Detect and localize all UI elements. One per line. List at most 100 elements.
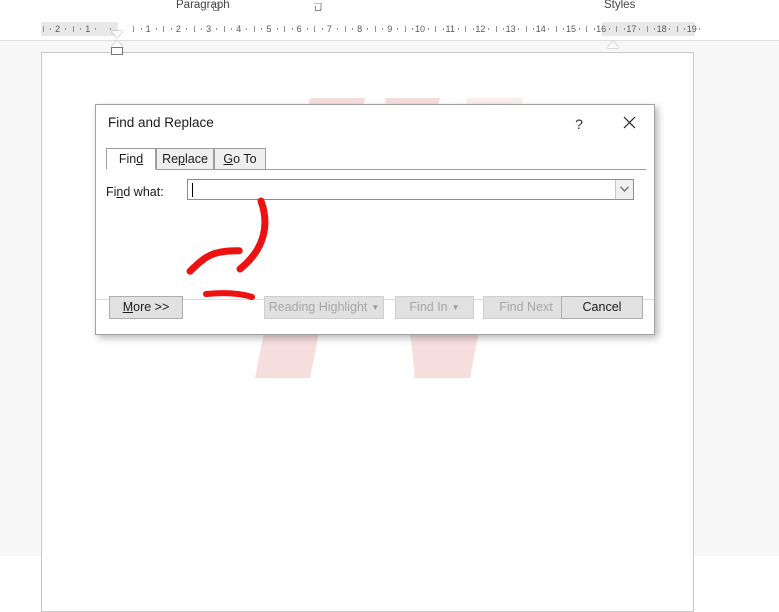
ruler-minor-tick (472, 28, 474, 30)
cancel-button[interactable]: Cancel (561, 296, 643, 319)
ruler-minor-tick (201, 28, 203, 30)
ruler-minor-tick (140, 28, 142, 30)
ruler-number-2: 2 (175, 24, 181, 34)
ruler-minor-tick (95, 28, 97, 30)
ruler-number-14: 14 (535, 24, 546, 34)
ruler-number-9: 9 (387, 24, 393, 34)
ruler-minor-tick (457, 28, 459, 30)
ruler-half-tick (42, 26, 44, 32)
ruler-minor-tick (412, 28, 414, 30)
dialog-titlebar[interactable]: Find and Replace ? (96, 105, 654, 141)
find-next-button[interactable]: Find Next (483, 296, 569, 319)
ruler-half-tick (525, 26, 527, 32)
ribbon-group-label-styles: Styles (604, 0, 636, 11)
find-in-dropdown-icon: ▼ (451, 302, 460, 312)
ruler-minor-tick (638, 28, 640, 30)
ruler-number-left-1: 1 (85, 24, 91, 34)
right-indent-marker[interactable] (607, 41, 619, 48)
chevron-down-icon[interactable] (615, 180, 633, 199)
dialog-body: Find Replace Go To Find what: More >> Re… (96, 141, 654, 334)
find-what-input[interactable] (188, 180, 616, 199)
first-line-indent-marker[interactable] (111, 31, 123, 38)
ruler-half-tick (586, 26, 588, 32)
ruler-minor-tick (246, 28, 248, 30)
ruler-minor-tick (336, 28, 338, 30)
ruler-minor-tick (185, 28, 187, 30)
ruler-minor-tick (442, 28, 444, 30)
find-next-button-label: Find Next (499, 300, 553, 314)
ruler-half-tick (435, 26, 437, 32)
ruler-half-tick (344, 26, 346, 32)
ruler-minor-tick (80, 28, 82, 30)
find-what-combobox[interactable] (187, 179, 634, 200)
ruler-half-tick (223, 26, 225, 32)
ruler-number-10: 10 (414, 24, 426, 34)
ruler-number-7: 7 (326, 24, 332, 34)
ruler-minor-tick (427, 28, 429, 30)
ruler-minor-tick (352, 28, 354, 30)
find-what-label: Find what: (106, 185, 164, 199)
ruler-half-tick (374, 26, 376, 32)
ruler-minor-tick (306, 28, 308, 30)
ruler-number-3: 3 (206, 24, 212, 34)
hanging-indent-marker[interactable] (111, 40, 123, 47)
ribbon-group-label-paragraph: Paragraph (176, 0, 230, 11)
dialog-tabstrip: Find Replace Go To (106, 148, 646, 170)
ruler-number-4: 4 (236, 24, 242, 34)
ruler-number-8: 8 (357, 24, 363, 34)
close-icon[interactable] (614, 111, 644, 137)
ruler-minor-tick (382, 28, 384, 30)
dialog-title: Find and Replace (108, 115, 214, 130)
tab-find-label: Find (118, 152, 144, 166)
ruler-half-tick (676, 26, 678, 32)
ribbon-group-strip: Paragraph Styles (0, 0, 779, 19)
ruler-number-13: 13 (505, 24, 516, 34)
ruler-minor-tick (684, 28, 686, 30)
ruler-minor-tick (367, 28, 369, 30)
ruler-minor-tick (533, 28, 535, 30)
ruler-minor-tick (65, 28, 67, 30)
ruler-minor-tick (487, 28, 489, 30)
ruler-half-tick (72, 26, 74, 32)
ruler-half-tick (555, 26, 557, 32)
ruler-minor-tick (563, 28, 565, 30)
ruler-minor-tick (623, 28, 625, 30)
ruler-number-5: 5 (266, 24, 272, 34)
cancel-button-label: Cancel (582, 300, 622, 314)
secondary-dialog-launcher-icon[interactable] (313, 3, 322, 12)
tab-find[interactable]: Find (106, 148, 156, 170)
ruler-minor-tick (110, 28, 112, 30)
more-button[interactable]: More >> (109, 296, 183, 319)
ruler-minor-tick (503, 28, 505, 30)
ruler-half-tick (495, 26, 497, 32)
ruler-minor-tick (321, 28, 323, 30)
horizontal-ruler[interactable]: 2 1 1 2 3 4 5 6 7 8 9 10 11 12 13 14 15 16 17 18 19 (0, 18, 779, 55)
ruler-minor-tick (170, 28, 172, 30)
ruler-number-left-2: 2 (55, 24, 61, 34)
tab-replace[interactable]: Replace (156, 148, 214, 170)
left-indent-marker[interactable] (111, 47, 123, 55)
ruler-number-19: 19 (686, 24, 697, 34)
find-in-button-label: Find In (409, 300, 448, 314)
ruler-half-tick (284, 26, 286, 32)
ruler-number-12: 12 (475, 24, 486, 34)
find-what-label-text: Find what: (106, 185, 164, 199)
ruler-number-6: 6 (296, 24, 302, 34)
ruler-minor-tick (699, 28, 701, 30)
find-and-replace-dialog[interactable]: Find and Replace ? Find Replace Go To Fi… (95, 104, 655, 335)
ruler-number-17: 17 (626, 24, 637, 34)
reading-highlight-button[interactable]: Reading Highlight ▼ (264, 296, 384, 319)
paragraph-dialog-launcher-icon[interactable] (211, 3, 220, 12)
reading-highlight-dropdown-icon: ▼ (371, 302, 380, 312)
ruler-half-tick (314, 26, 316, 32)
ruler-half-tick (616, 26, 618, 32)
ruler-number-15: 15 (565, 24, 577, 34)
find-in-button[interactable]: Find In ▼ (395, 296, 474, 319)
ruler-half-tick (133, 26, 135, 32)
ruler-half-tick (465, 26, 467, 32)
help-button[interactable]: ? (566, 113, 592, 135)
tab-replace-label: Replace (162, 152, 208, 166)
ruler-minor-tick (608, 28, 610, 30)
ruler-minor-tick (578, 28, 580, 30)
tab-go-to[interactable]: Go To (214, 148, 266, 170)
